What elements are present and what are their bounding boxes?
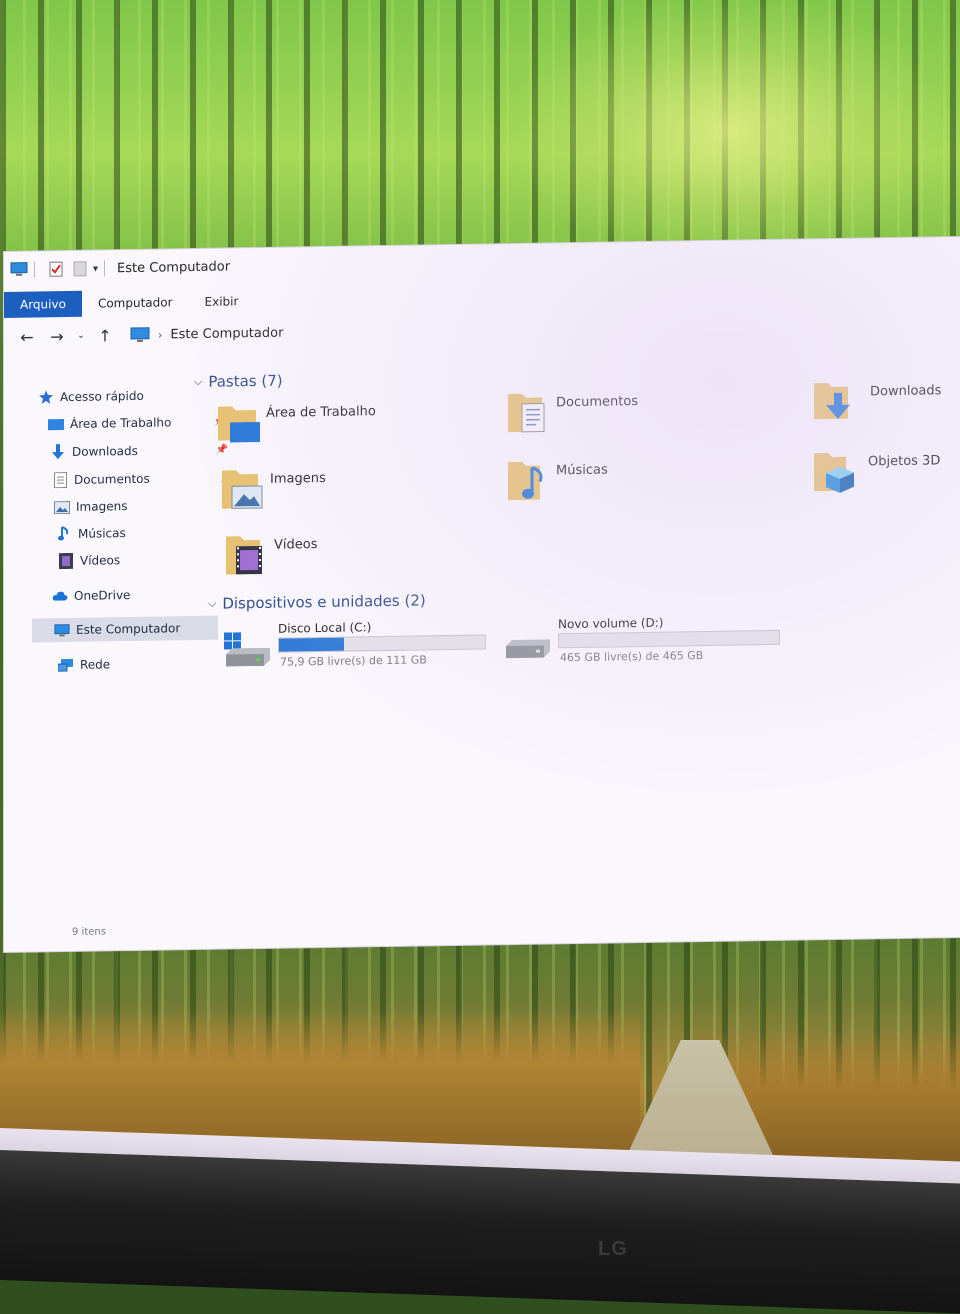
monitor-brand-logo: LG: [598, 1238, 628, 1260]
drive-usage-bar: [278, 634, 486, 653]
navigation-pane: Acesso rápido Área de Trabalho 📌 Downloa…: [4, 369, 236, 812]
sidebar-item-label: Documentos: [74, 471, 150, 487]
group-header-label: Pastas (7): [208, 371, 283, 391]
desktop-folder-icon: [48, 416, 64, 432]
file-explorer-window: ▾ Este Computador Arquivo Computador Exi…: [4, 236, 960, 953]
drive-free-space: 75,9 GB livre(s) de 111 GB: [280, 653, 427, 669]
drive-d[interactable]: Novo volume (D:) 465 GB livre(s) de 465 …: [504, 614, 794, 679]
star-icon: [38, 389, 54, 405]
sidebar-item-label: Acesso rápido: [60, 388, 144, 405]
folder-label: Área de Trabalho: [266, 404, 376, 421]
pictures-folder-icon: [222, 470, 263, 509]
computer-icon: [54, 622, 70, 638]
folder-objetos-3d[interactable]: Objetos 3D: [812, 445, 960, 509]
download-arrow-icon: [50, 444, 66, 460]
3d-objects-folder-icon: [814, 453, 854, 493]
recent-locations-chevron-icon[interactable]: ⌄: [72, 331, 90, 341]
drive-name: Disco Local (C:): [278, 620, 372, 636]
back-arrow-icon[interactable]: ←: [12, 327, 42, 346]
sidebar-item-label: Este Computador: [76, 621, 181, 637]
sidebar-item-label: Área de Trabalho: [70, 415, 172, 431]
wallpaper-canopy-light: [520, 0, 940, 260]
drive-usage-fill: [279, 637, 345, 652]
up-arrow-icon[interactable]: ↑: [90, 326, 120, 345]
new-folder-icon[interactable]: [71, 261, 89, 277]
folder-label: Documentos: [556, 394, 639, 411]
downloads-folder-icon: [814, 383, 850, 420]
sidebar-item-label: OneDrive: [74, 588, 131, 603]
hard-drive-icon: [506, 639, 550, 659]
folder-downloads[interactable]: Downloads: [812, 375, 960, 439]
toolbar-separator: [34, 261, 35, 278]
tab-arquivo[interactable]: Arquivo: [4, 290, 82, 318]
forward-arrow-icon[interactable]: →: [42, 326, 72, 346]
folder-label: Músicas: [556, 462, 608, 479]
sidebar-item-este-computador[interactable]: Este Computador: [32, 615, 218, 643]
group-header-pastas[interactable]: ⌵ Pastas (7): [194, 372, 283, 391]
picture-icon: [54, 499, 70, 515]
breadcrumb-location[interactable]: Este Computador: [170, 325, 283, 342]
windows-drive-icon: [224, 632, 270, 667]
videos-folder-icon: [226, 536, 262, 575]
documents-folder-icon: [508, 393, 545, 433]
folder-videos[interactable]: Vídeos: [224, 528, 504, 592]
folder-area-de-trabalho[interactable]: Área de Trabalho: [216, 396, 496, 460]
document-icon: [52, 472, 68, 489]
collapse-chevron-icon[interactable]: ⌵: [208, 597, 216, 611]
folder-label: Downloads: [870, 383, 942, 400]
folder-documentos[interactable]: Documentos: [506, 386, 786, 450]
sidebar-item-label: Vídeos: [80, 553, 121, 568]
folder-imagens[interactable]: Imagens: [220, 462, 500, 526]
drive-c[interactable]: Disco Local (C:) 75,9 GB livre(s) de 111…: [224, 618, 514, 683]
properties-checkbox-icon[interactable]: [47, 261, 65, 277]
network-icon: [58, 657, 74, 673]
tab-exibir[interactable]: Exibir: [189, 288, 255, 315]
sidebar-item-label: Rede: [80, 657, 111, 672]
sidebar-item-label: Downloads: [72, 443, 138, 459]
collapse-chevron-icon[interactable]: ⌵: [194, 375, 202, 389]
folder-label: Vídeos: [274, 537, 318, 553]
cloud-icon: [52, 588, 68, 604]
folder-label: Imagens: [270, 470, 326, 487]
window-title: Este Computador: [117, 258, 231, 276]
video-icon: [58, 552, 74, 570]
drive-usage-bar: [558, 629, 780, 649]
folder-musicas[interactable]: Músicas: [506, 454, 786, 518]
sidebar-item-label: Imagens: [76, 499, 128, 514]
music-note-icon: [56, 526, 72, 542]
toolbar-separator: [104, 260, 106, 277]
content-pane: ⌵ Pastas (7) Área de Trabalho Documentos: [194, 345, 954, 917]
group-header-dispositivos[interactable]: ⌵ Dispositivos e unidades (2): [208, 591, 426, 612]
drive-free-space: 465 GB livre(s) de 465 GB: [560, 649, 704, 665]
breadcrumb-chevron-icon[interactable]: ›: [158, 328, 162, 341]
status-bar-item-count: 9 itens: [72, 926, 106, 938]
folder-label: Objetos 3D: [868, 453, 941, 470]
computer-icon: [10, 262, 28, 276]
drive-name: Novo volume (D:): [558, 615, 664, 632]
customize-toolbar-dropdown-icon[interactable]: ▾: [93, 263, 98, 274]
music-folder-icon: [508, 461, 543, 501]
tab-computador[interactable]: Computador: [82, 289, 189, 317]
desktop-folder-icon: [218, 406, 260, 443]
computer-icon: [130, 327, 150, 342]
sidebar-item-label: Músicas: [78, 526, 126, 541]
group-header-label: Dispositivos e unidades (2): [222, 591, 426, 613]
